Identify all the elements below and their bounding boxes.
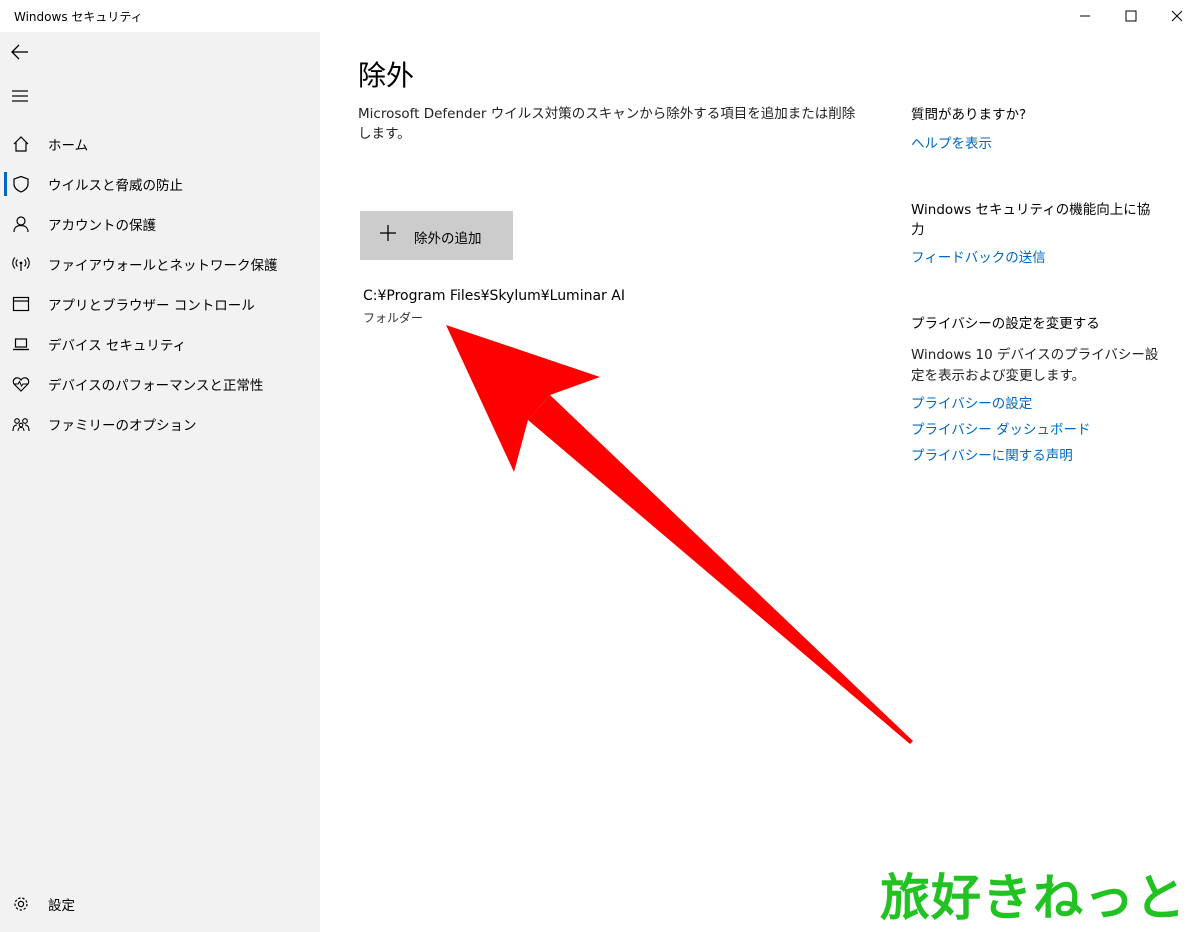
- sidebar-item-firewall[interactable]: ファイアウォールとネットワーク保護: [0, 244, 320, 284]
- sidebar-item-settings[interactable]: 設定: [0, 884, 320, 924]
- minimize-button[interactable]: [1062, 0, 1108, 32]
- page-title: 除外: [358, 59, 415, 92]
- question-heading: 質問がありますか?: [911, 107, 1027, 123]
- title-bar: Windows セキュリティ: [0, 0, 1200, 32]
- privacy-dashboard-link[interactable]: プライバシー ダッシュボード: [911, 418, 1091, 438]
- laptop-icon: [11, 334, 31, 354]
- heart-pulse-icon: [11, 374, 31, 394]
- sidebar: ホーム ウイルスと脅威の防止 アカウントの保護 ファイアウォールとネットワーク保…: [0, 32, 320, 932]
- privacy-settings-link[interactable]: プライバシーの設定: [911, 392, 1032, 412]
- maximize-button[interactable]: [1108, 0, 1154, 32]
- close-button[interactable]: [1154, 0, 1200, 32]
- sidebar-item-label: アプリとブラウザー コントロール: [48, 298, 255, 314]
- main-content: 除外 Microsoft Defender ウイルス対策のスキャンから除外する項…: [320, 32, 1200, 932]
- shield-icon: [11, 174, 31, 194]
- sidebar-item-label: ファミリーのオプション: [48, 418, 197, 434]
- sidebar-item-label: 設定: [48, 898, 75, 914]
- close-icon: [1171, 10, 1183, 22]
- back-arrow-icon: [11, 44, 28, 60]
- sidebar-item-family-options[interactable]: ファミリーのオプション: [0, 404, 320, 444]
- back-button[interactable]: [4, 36, 36, 68]
- sidebar-item-label: ファイアウォールとネットワーク保護: [48, 258, 278, 274]
- sidebar-item-label: アカウントの保護: [48, 218, 156, 234]
- sidebar-item-device-security[interactable]: デバイス セキュリティ: [0, 324, 320, 364]
- privacy-heading: プライバシーの設定を変更する: [911, 316, 1100, 332]
- watermark-text: 旅好きねっと: [880, 869, 1186, 927]
- add-exclusion-button[interactable]: 除外の追加: [360, 211, 513, 260]
- page-description: Microsoft Defender ウイルス対策のスキャンから除外する項目を追…: [358, 106, 856, 142]
- sidebar-item-label: デバイス セキュリティ: [48, 338, 187, 354]
- hamburger-menu-button[interactable]: [4, 80, 36, 112]
- sidebar-item-account-protection[interactable]: アカウントの保護: [0, 204, 320, 244]
- privacy-description: Windows 10 デバイスのプライバシー設定を表示および変更します。: [911, 347, 1159, 384]
- sidebar-item-app-browser-control[interactable]: アプリとブラウザー コントロール: [0, 284, 320, 324]
- sidebar-item-device-performance[interactable]: デバイスのパフォーマンスと正常性: [0, 364, 320, 404]
- wireless-icon: [11, 254, 31, 274]
- sidebar-item-label: ウイルスと脅威の防止: [48, 178, 183, 194]
- exclusion-type: フォルダー: [363, 311, 424, 325]
- sidebar-item-home[interactable]: ホーム: [0, 124, 320, 164]
- maximize-icon: [1125, 10, 1137, 22]
- plus-icon: [380, 225, 396, 241]
- improve-heading: Windows セキュリティの機能向上に協力: [911, 202, 1151, 238]
- help-link[interactable]: ヘルプを表示: [911, 132, 992, 152]
- gear-icon: [11, 894, 31, 914]
- sidebar-item-label: デバイスのパフォーマンスと正常性: [48, 378, 264, 394]
- sidebar-item-virus-protection[interactable]: ウイルスと脅威の防止: [0, 164, 320, 204]
- family-icon: [11, 414, 31, 434]
- exclusion-path: C:¥Program Files¥Skylum¥Luminar AI: [363, 288, 625, 304]
- hamburger-menu-icon: [12, 90, 28, 102]
- sidebar-item-label: ホーム: [48, 138, 89, 154]
- minimize-icon: [1080, 15, 1090, 17]
- privacy-statement-link[interactable]: プライバシーに関する声明: [911, 444, 1073, 464]
- browser-window-icon: [11, 294, 31, 314]
- add-exclusion-label: 除外の追加: [414, 231, 482, 247]
- person-icon: [11, 214, 31, 234]
- window-title: Windows セキュリティ: [14, 10, 143, 24]
- feedback-link[interactable]: フィードバックの送信: [911, 246, 1046, 266]
- home-icon: [11, 134, 31, 154]
